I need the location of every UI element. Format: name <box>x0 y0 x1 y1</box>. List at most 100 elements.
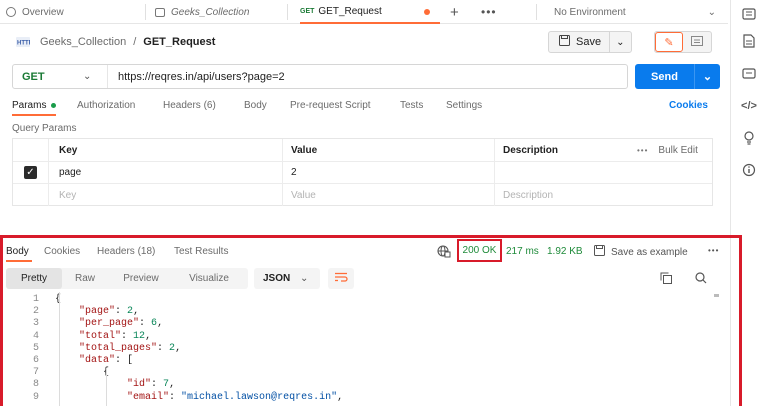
environment-select[interactable]: No Environment ⌄ <box>554 0 720 24</box>
save-button[interactable]: Save <box>549 32 610 52</box>
code-icon[interactable]: </> <box>741 98 757 114</box>
tab-request-label: GET_Request <box>318 5 382 17</box>
search-icon[interactable] <box>695 272 707 287</box>
response-tab-body[interactable]: Body <box>6 246 32 262</box>
status-badge[interactable]: 200 OK <box>457 239 502 262</box>
preview-mode-button[interactable] <box>683 32 711 52</box>
response-tab-cookies[interactable]: Cookies <box>44 246 80 257</box>
param-description[interactable] <box>495 162 713 183</box>
response-tab-test-results[interactable]: Test Results <box>174 246 228 257</box>
tab-settings[interactable]: Settings <box>446 100 482 111</box>
plus-icon: + <box>450 3 459 21</box>
param-description-placeholder[interactable]: Description <box>495 184 713 206</box>
method-select[interactable]: GET ⌄ <box>13 65 108 88</box>
info-icon[interactable] <box>741 162 757 178</box>
code-line: 3 "per_page": 6, <box>3 318 703 330</box>
tab-overview-label: Overview <box>22 6 64 18</box>
line-text: "data": [ <box>79 355 134 366</box>
url-input[interactable]: https://reqres.in/api/users?page=2 <box>108 71 285 83</box>
line-number: 7 <box>32 367 39 379</box>
tab-overview[interactable]: Overview <box>6 0 64 24</box>
view-preview[interactable]: Preview <box>108 268 174 289</box>
line-text: "email": "michael.lawson@reqres.in", <box>127 391 344 403</box>
col-description-header: Description <box>503 144 559 156</box>
edit-mode-button[interactable]: ✎ <box>655 32 684 52</box>
lightbulb-icon[interactable] <box>741 130 757 146</box>
chevron-down-icon: ⌄ <box>300 273 309 284</box>
overview-icon <box>6 7 16 17</box>
line-text: "total_pages": 2, <box>79 342 182 354</box>
code-line: 8 "id": 7, <box>3 379 703 391</box>
environment-icon[interactable] <box>741 6 757 22</box>
chevron-down-icon: ⌄ <box>83 71 92 82</box>
tab-collection[interactable]: Geeks_Collection <box>155 0 249 24</box>
line-number: 8 <box>32 379 39 391</box>
http-request-icon: HTTP <box>16 37 33 47</box>
breadcrumb: HTTP Geeks_Collection / GET_Request <box>16 33 215 51</box>
view-raw[interactable]: Raw <box>62 268 108 289</box>
save-icon <box>559 35 570 49</box>
view-mode-tabs: Pretty Raw Preview Visualize <box>6 268 248 289</box>
view-visualize[interactable]: Visualize <box>174 268 244 289</box>
param-key[interactable]: page <box>49 162 283 183</box>
line-number: 4 <box>32 330 39 342</box>
save-icon <box>594 245 605 259</box>
param-key-placeholder[interactable]: Key <box>49 184 283 206</box>
bulk-edit-link[interactable]: Bulk Edit <box>658 145 697 156</box>
status-text: 200 OK <box>462 245 497 256</box>
tab-headers[interactable]: Headers (6) <box>163 100 216 111</box>
code-line: 1{ <box>3 294 703 306</box>
line-number: 9 <box>32 391 39 403</box>
param-value-placeholder[interactable]: Value <box>283 184 495 206</box>
tab-body[interactable]: Body <box>244 100 267 111</box>
line-text: "per_page": 6, <box>79 318 164 330</box>
collection-icon <box>155 7 165 17</box>
save-button-group: Save ⌄ <box>548 31 632 53</box>
send-button[interactable]: Send <box>635 64 695 89</box>
documentation-icon[interactable] <box>741 33 757 49</box>
network-globe-icon[interactable] <box>437 245 451 261</box>
view-pretty[interactable]: Pretty <box>6 268 62 289</box>
tab-params[interactable]: Params <box>12 100 57 116</box>
tab-bar: Overview Geeks_Collection GET GET_Reques… <box>0 0 728 24</box>
scrollbar-top[interactable] <box>714 294 719 297</box>
tab-params-label: Params <box>12 100 47 111</box>
tab-get-request[interactable]: GET GET_Request <box>300 0 440 24</box>
response-size[interactable]: 1.92 KB <box>547 246 583 257</box>
format-select[interactable]: JSON ⌄ <box>254 268 320 289</box>
ellipsis-icon[interactable]: ••• <box>637 146 648 155</box>
line-text: "total": 12, <box>79 330 152 342</box>
cookies-link[interactable]: Cookies <box>669 100 708 111</box>
tab-pre-request-script[interactable]: Pre-request Script <box>290 100 371 111</box>
param-value[interactable]: 2 <box>283 162 495 183</box>
more-tabs-button[interactable]: ••• <box>481 0 497 24</box>
table-header-row: Key Value Description ••• Bulk Edit <box>13 139 712 162</box>
checkbox-checked-icon: ✓ <box>24 166 37 179</box>
tab-tests[interactable]: Tests <box>400 100 423 111</box>
response-tab-body-label: Body <box>6 246 29 257</box>
comments-icon[interactable] <box>741 66 757 82</box>
response-tab-headers[interactable]: Headers (18) <box>97 246 155 257</box>
tab-method-badge: GET <box>300 7 315 15</box>
new-tab-button[interactable]: + <box>450 0 459 24</box>
response-body-code[interactable]: 1{2 "page": 2, 3 "per_page": 6, 4 "total":… <box>3 292 739 406</box>
param-checkbox[interactable]: ✓ <box>13 162 49 183</box>
view-toggle: ✎ <box>654 31 712 53</box>
save-as-example-button[interactable]: Save as example <box>594 245 688 259</box>
line-number: 5 <box>32 342 39 354</box>
save-as-example-label: Save as example <box>611 246 688 258</box>
tab-authorization[interactable]: Authorization <box>77 100 135 111</box>
chevron-down-icon: ⌄ <box>707 6 716 18</box>
more-options-icon[interactable]: ••• <box>708 246 719 255</box>
format-label: JSON <box>263 273 291 284</box>
copy-icon[interactable] <box>660 272 672 287</box>
wrap-lines-button[interactable] <box>328 268 354 289</box>
save-options-button[interactable]: ⌄ <box>610 32 631 52</box>
send-options-button[interactable]: ⌄ <box>695 64 720 89</box>
chevron-down-icon: ⌄ <box>702 71 713 83</box>
breadcrumb-collection[interactable]: Geeks_Collection <box>40 36 126 48</box>
response-time[interactable]: 217 ms <box>506 246 539 257</box>
wrap-lines-icon <box>334 272 348 285</box>
line-number: 1 <box>32 294 39 305</box>
code-line: 5 "total_pages": 2, <box>3 343 703 355</box>
